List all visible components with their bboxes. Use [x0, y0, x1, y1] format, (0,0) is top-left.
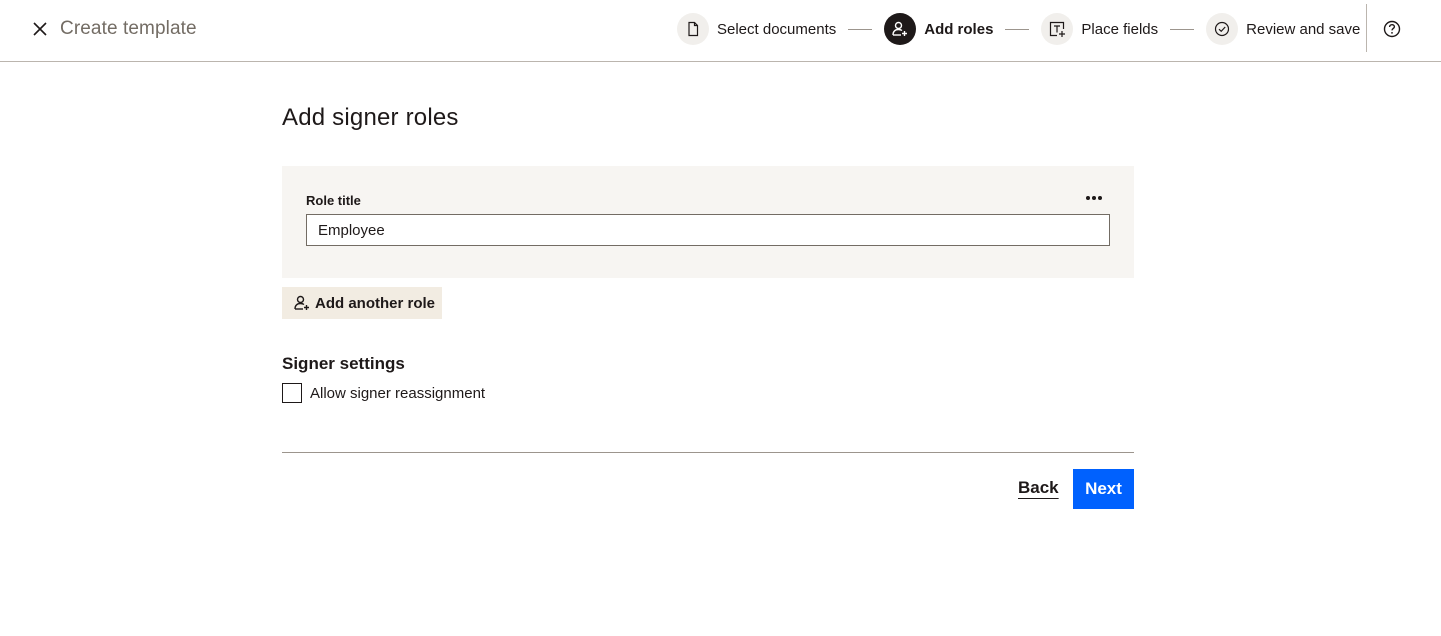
- step-separator: [1170, 28, 1195, 30]
- progress-stepper: Select documents Add roles Place fields …: [677, 13, 1360, 45]
- role-title-input[interactable]: [306, 214, 1110, 246]
- close-icon: [33, 22, 47, 36]
- add-person-icon: [294, 295, 309, 310]
- step-icon-wrap: [1206, 13, 1239, 45]
- step-label: Add roles: [924, 20, 994, 38]
- step-select-documents[interactable]: Select documents: [677, 13, 836, 45]
- step-place-fields[interactable]: Place fields: [1041, 13, 1158, 45]
- help-icon: [1383, 20, 1401, 38]
- step-label: Review and save: [1246, 20, 1361, 38]
- check-circle-icon: [1215, 21, 1230, 37]
- more-options-icon: [1086, 196, 1102, 200]
- next-button[interactable]: Next: [1073, 469, 1134, 509]
- add-person-icon: [892, 21, 908, 36]
- role-title-label: Role title: [306, 193, 361, 208]
- step-label: Select documents: [717, 20, 837, 38]
- top-header: Create template Select documents Add rol…: [0, 0, 1441, 62]
- step-separator: [1005, 28, 1030, 30]
- allow-reassignment-checkbox[interactable]: [282, 383, 302, 403]
- step-icon-wrap: [884, 13, 917, 45]
- close-button[interactable]: [28, 17, 52, 41]
- step-icon-wrap: [677, 13, 709, 45]
- document-icon: [688, 21, 699, 37]
- help-button[interactable]: [1380, 17, 1404, 41]
- add-another-role-button[interactable]: Add another role: [282, 287, 442, 319]
- step-label: Place fields: [1081, 20, 1159, 38]
- add-role-label: Add another role: [315, 294, 436, 312]
- step-add-roles[interactable]: Add roles: [884, 13, 993, 45]
- step-icon-wrap: [1041, 13, 1074, 45]
- role-card: Role title: [282, 166, 1134, 278]
- step-review-save[interactable]: Review and save: [1206, 13, 1360, 45]
- more-options-button[interactable]: [1084, 188, 1104, 208]
- allow-reassignment-row[interactable]: Allow signer reassignment: [282, 383, 485, 403]
- page-title: Add signer roles: [282, 104, 459, 131]
- footer-divider: [282, 452, 1134, 453]
- allow-reassignment-label: Allow signer reassignment: [310, 384, 486, 402]
- header-title: Create template: [60, 18, 197, 39]
- step-separator: [848, 28, 873, 30]
- signer-settings-title: Signer settings: [282, 354, 405, 373]
- header-divider: [1366, 4, 1367, 52]
- place-field-icon: [1050, 21, 1066, 37]
- back-button[interactable]: Back: [1018, 478, 1059, 498]
